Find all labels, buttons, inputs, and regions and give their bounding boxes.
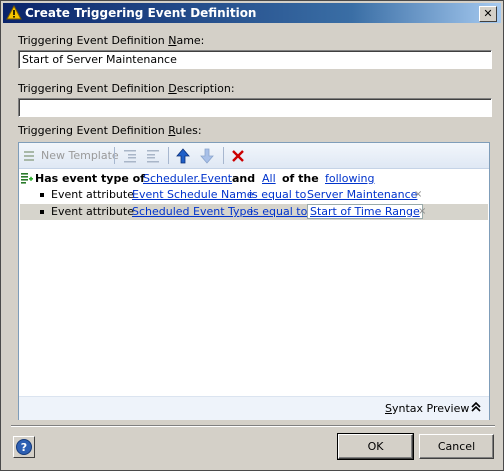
bullet-icon [40,210,44,214]
name-input[interactable]: Start of Server Maintenance [18,50,492,69]
value-link[interactable]: Server Maintenance [307,188,417,201]
name-label-text: Triggering Event Definition [18,34,169,47]
description-label-text-end: escription: [176,82,235,95]
rules-editor[interactable]: New Template Has event type of Scheduler… [18,142,490,420]
new-template-button[interactable]: New Template [23,147,119,164]
remove-condition-icon[interactable]: × [414,189,422,200]
description-input[interactable] [18,98,492,117]
delete-icon [232,149,244,162]
event-type-link[interactable]: Scheduler.Event [143,172,232,185]
description-label: Triggering Event Definition Description: [18,82,235,95]
rules-toolbar: New Template [19,143,489,169]
rules-label-text: Triggering Event Definition [18,124,169,137]
arrow-down-icon [200,148,214,164]
new-template-label: New Template [41,149,119,162]
rule-prefix: Has event type of [35,172,145,185]
syntax-label-accesskey: S [385,402,392,415]
rules-label-text-end: ules: [175,124,202,137]
rule-header: Has event type of Scheduler.Event and Al… [19,171,489,187]
help-button[interactable]: ? [13,436,35,458]
syntax-label-text-end: yntax Preview [391,402,470,415]
condition-row[interactable]: Event attribute Event Schedule Name is e… [19,187,489,203]
footer-divider [11,425,495,427]
operator-link[interactable]: is equal to [250,205,307,218]
warning-icon [6,5,22,20]
close-button[interactable]: ✕ [479,6,497,22]
rules-label: Triggering Event Definition Rules: [18,124,202,137]
title-bar: Create Triggering Event Definition ✕ [3,3,501,23]
attribute-link[interactable]: Event Schedule Name [132,188,254,201]
toolbar-separator [114,147,115,164]
attribute-link[interactable]: Scheduled Event Type [132,205,253,218]
help-icon: ? [16,439,32,455]
outdent-icon [147,149,159,162]
syntax-preview-toggle[interactable]: Syntax Preview [385,402,469,415]
condition-label: Event attribute [51,188,134,201]
svg-text:?: ? [21,441,27,454]
condition-row[interactable]: Event attribute Scheduled Event Type is … [19,204,489,220]
new-template-icon [24,150,34,161]
rule-group-icon [21,173,33,184]
outdent-button[interactable] [145,147,161,164]
delete-button[interactable] [231,147,245,164]
syntax-preview-bar: Syntax Preview [19,396,489,420]
condition-label: Event attribute [51,205,134,218]
toolbar-separator [223,147,224,164]
indent-icon [124,149,136,162]
bullet-icon [40,193,44,197]
quantifier-link[interactable]: All [262,172,276,185]
chevron-up-icon[interactable] [471,401,481,413]
value-link[interactable]: Start of Time Range [307,204,423,219]
name-label: Triggering Event Definition Name: [18,34,204,47]
dialog-window: Create Triggering Event Definition ✕ Tri… [0,0,504,471]
rule-of-the: of the [282,172,319,185]
ok-button[interactable]: OK [337,433,414,460]
window-title: Create Triggering Event Definition [25,6,257,20]
move-up-button[interactable] [176,147,190,164]
rule-and: and [232,172,256,185]
operator-link[interactable]: is equal to [249,188,306,201]
description-label-accesskey: D [168,82,177,95]
description-label-text: Triggering Event Definition [18,82,169,95]
name-label-text-end: ame: [176,34,205,47]
arrow-up-icon [176,147,190,163]
remove-condition-icon[interactable]: × [418,206,426,217]
toolbar-separator [168,147,169,164]
following-link[interactable]: following [325,172,374,185]
cancel-button[interactable]: Cancel [419,434,494,459]
move-down-button[interactable] [200,147,214,164]
indent-button[interactable] [122,147,138,164]
